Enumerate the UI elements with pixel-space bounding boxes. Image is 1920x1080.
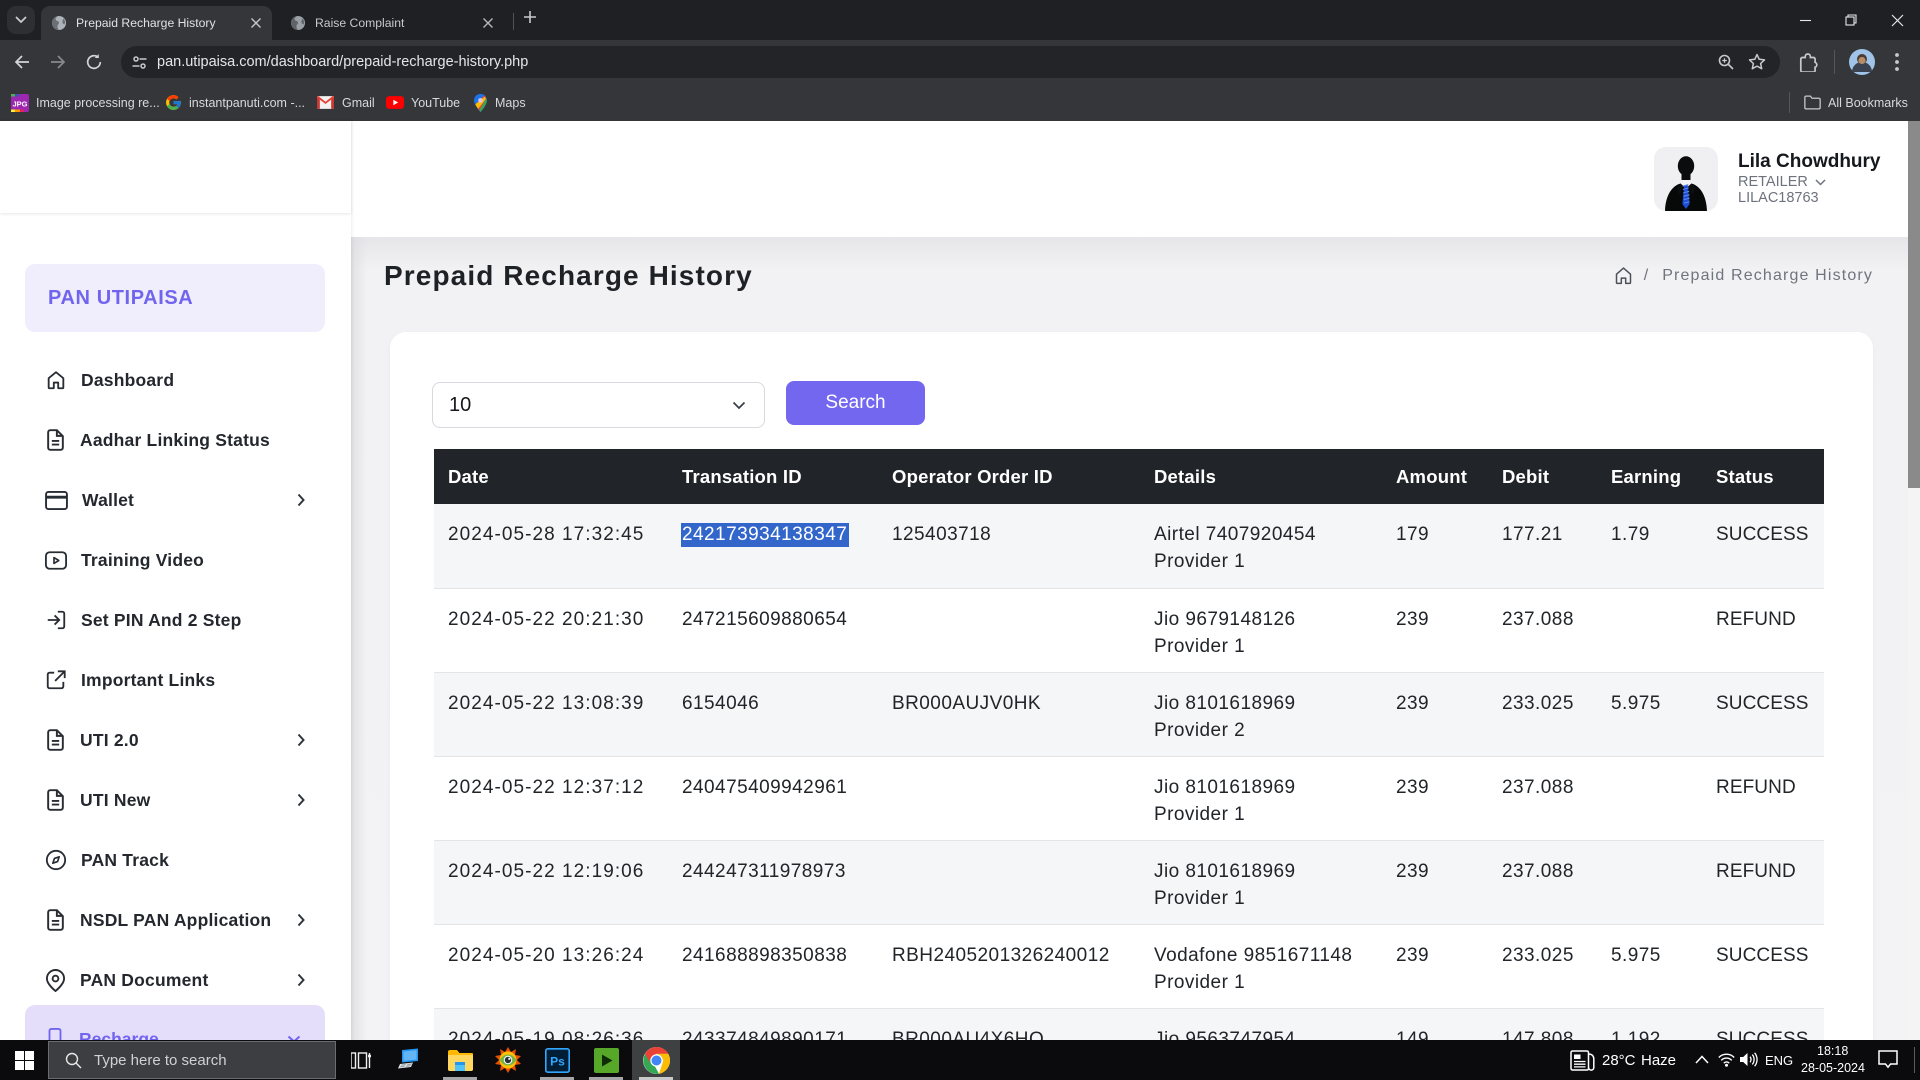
svg-text:Ps: Ps: [550, 1054, 565, 1068]
svg-text:JPG: JPG: [12, 99, 27, 108]
